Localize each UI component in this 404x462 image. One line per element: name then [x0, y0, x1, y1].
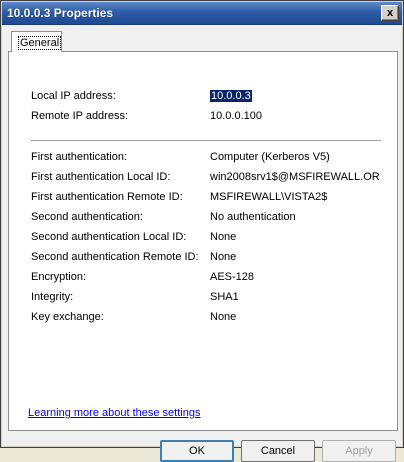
tab-general[interactable]: General: [11, 31, 62, 52]
title-bar[interactable]: 10.0.0.3 Properties x: [2, 2, 402, 25]
detail-row: Integrity: SHA1: [31, 291, 391, 307]
ok-button[interactable]: OK: [160, 440, 234, 462]
local-ip-row: Local IP address: 10.0.0.3: [31, 90, 391, 106]
detail-row: Key exchange: None: [31, 311, 391, 327]
detail-value[interactable]: MSFIREWALL\VISTA2$: [210, 191, 327, 203]
separator: [31, 140, 381, 142]
detail-row: Second authentication Remote ID: None: [31, 251, 391, 267]
apply-button[interactable]: Apply: [322, 440, 396, 462]
detail-value[interactable]: None: [210, 231, 236, 243]
detail-value[interactable]: SHA1: [210, 291, 239, 303]
detail-value[interactable]: AES-128: [210, 271, 254, 283]
local-ip-value-selected[interactable]: 10.0.0.3: [210, 90, 252, 102]
learn-more-link[interactable]: Learning more about these settings: [28, 407, 200, 419]
detail-row: First authentication Remote ID: MSFIREWA…: [31, 191, 391, 207]
detail-label: First authentication Remote ID:: [31, 191, 183, 203]
detail-label: Second authentication:: [31, 211, 143, 223]
local-ip-label: Local IP address:: [31, 90, 116, 102]
detail-label: Integrity:: [31, 291, 74, 303]
detail-value[interactable]: No authentication: [210, 211, 296, 223]
detail-label: First authentication:: [31, 151, 127, 163]
close-button[interactable]: x: [381, 5, 399, 21]
remote-ip-label: Remote IP address:: [31, 110, 129, 122]
properties-dialog: 10.0.0.3 Properties x General Local IP a…: [0, 0, 404, 462]
general-tab-panel: Local IP address: 10.0.0.3 Remote IP add…: [8, 51, 398, 431]
close-icon: x: [386, 7, 394, 19]
cancel-button[interactable]: Cancel: [241, 440, 315, 462]
detail-label: Second authentication Remote ID:: [31, 251, 199, 263]
detail-label: Encryption:: [31, 271, 87, 283]
tab-general-label: General: [18, 36, 62, 50]
remote-ip-value[interactable]: 10.0.0.100: [210, 110, 262, 122]
detail-row: First authentication Local ID: win2008sr…: [31, 171, 391, 187]
remote-ip-row: Remote IP address: 10.0.0.100: [31, 110, 391, 126]
detail-value[interactable]: win2008srv1$@MSFIREWALL.ORG: [210, 171, 380, 183]
detail-row: Second authentication: No authentication: [31, 211, 391, 227]
dialog-client-area: General Local IP address: 10.0.0.3 Remot…: [2, 25, 402, 462]
detail-row: Second authentication Local ID: None: [31, 231, 391, 247]
detail-row: Encryption: AES-128: [31, 271, 391, 287]
detail-value[interactable]: None: [210, 251, 236, 263]
detail-label: Second authentication Local ID:: [31, 231, 187, 243]
local-ip-value[interactable]: 10.0.0.3: [210, 90, 252, 102]
window-title: 10.0.0.3 Properties: [7, 6, 114, 20]
detail-value[interactable]: Computer (Kerberos V5): [210, 151, 330, 163]
detail-label: Key exchange:: [31, 311, 104, 323]
detail-label: First authentication Local ID:: [31, 171, 171, 183]
detail-value[interactable]: None: [210, 311, 236, 323]
detail-row: First authentication: Computer (Kerberos…: [31, 151, 391, 167]
